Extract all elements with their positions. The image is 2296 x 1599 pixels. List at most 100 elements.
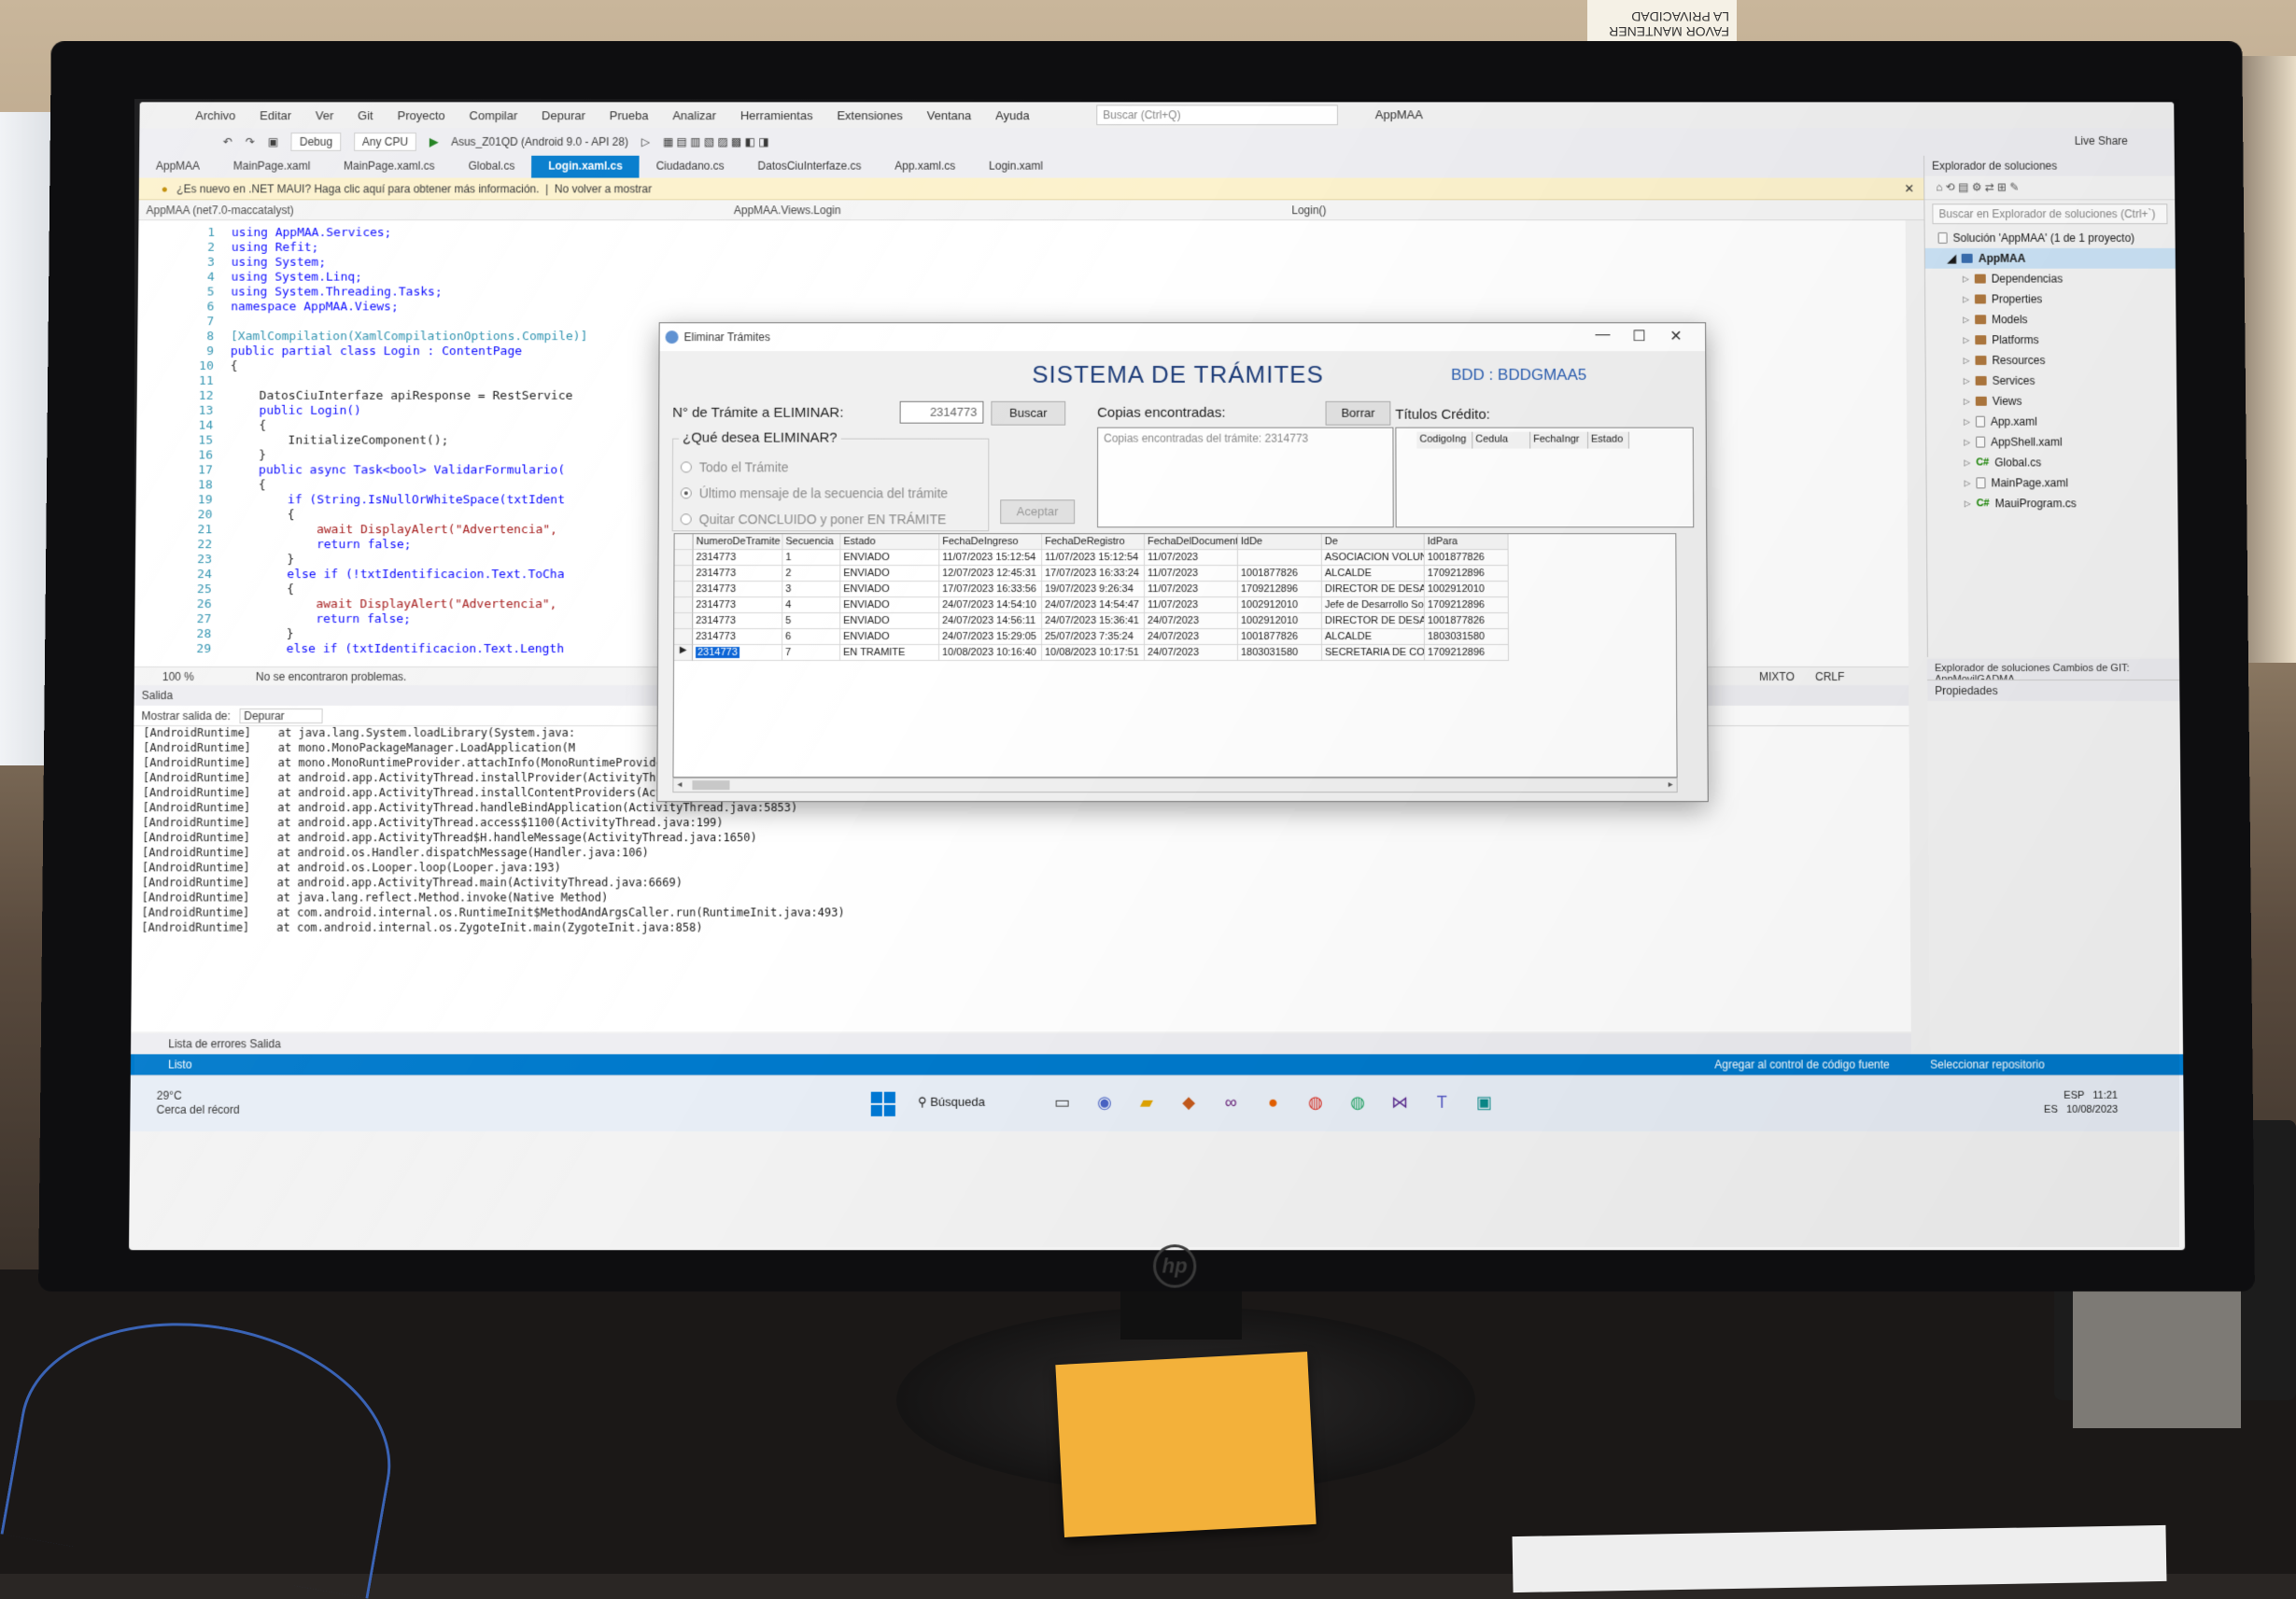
- teams-app-icon[interactable]: T: [1429, 1089, 1455, 1115]
- grid-row[interactable]: 23147733ENVIADO17/07/2023 16:33:5619/07/…: [674, 582, 1677, 597]
- grid-cell[interactable]: 2314773: [693, 613, 782, 629]
- grid-horizontal-scrollbar[interactable]: ◂ ▸: [672, 778, 1677, 792]
- project-node[interactable]: ◢ AppMAA: [1925, 248, 2176, 269]
- grid-column-header[interactable]: IdDe: [1238, 534, 1322, 550]
- document-tab[interactable]: MainPage.xaml.cs: [327, 156, 452, 178]
- grid-cell[interactable]: Jefe de Desarrollo Soci: [1322, 597, 1425, 613]
- grid-cell[interactable]: 12/07/2023 12:45:31: [939, 566, 1042, 582]
- menu-item[interactable]: Extensiones: [837, 108, 903, 122]
- document-tab[interactable]: Global.cs: [452, 156, 532, 178]
- solution-item[interactable]: ▷Views: [1926, 391, 2177, 412]
- file-explorer-icon[interactable]: ▰: [1134, 1089, 1160, 1115]
- solution-item[interactable]: ▷Platforms: [1925, 330, 2176, 350]
- grid-column-header[interactable]: FechaDelDocument: [1145, 534, 1238, 550]
- expand-icon[interactable]: ▷: [1964, 416, 1970, 427]
- grid-row[interactable]: 23147734ENVIADO24/07/2023 14:54:1024/07/…: [674, 597, 1677, 613]
- grid-cell[interactable]: 3: [782, 582, 840, 597]
- grid-column-header[interactable]: NumeroDeTramite: [694, 534, 783, 550]
- solution-toolbar[interactable]: ⌂ ⟲ ▤ ⚙ ⇄ ⊞ ✎: [1924, 176, 2175, 201]
- aceptar-button[interactable]: Aceptar: [1000, 499, 1075, 524]
- taskbar-search[interactable]: ⚲ Búsqueda: [918, 1095, 985, 1110]
- row-selector[interactable]: [674, 613, 693, 629]
- grid-cell[interactable]: 1709212896: [1238, 582, 1322, 597]
- document-tab[interactable]: Login.xaml: [972, 156, 1060, 178]
- radio-ultimo-mensaje[interactable]: Último mensaje de la secuencia del trámi…: [681, 485, 949, 500]
- document-tab[interactable]: App.xaml.cs: [878, 156, 972, 178]
- row-selector[interactable]: [674, 582, 693, 597]
- solution-item[interactable]: ▷MainPage.xaml: [1927, 472, 2178, 493]
- grid-cell[interactable]: DIRECTOR DE DESAR: [1322, 582, 1425, 597]
- grid-cell[interactable]: 10/08/2023 10:17:51: [1042, 645, 1145, 661]
- buscar-button[interactable]: Buscar: [991, 401, 1065, 426]
- menu-item[interactable]: Ventana: [927, 108, 972, 122]
- menu-item[interactable]: Git: [358, 108, 373, 122]
- expand-icon[interactable]: ▷: [1963, 274, 1969, 284]
- grid-cell[interactable]: 11/07/2023: [1145, 550, 1238, 566]
- grid-row[interactable]: 23147736ENVIADO24/07/2023 15:29:0525/07/…: [674, 629, 1678, 645]
- grid-cell[interactable]: SECRETARIA DE CON: [1322, 645, 1425, 661]
- info-text[interactable]: ¿Es nuevo en .NET MAUI? Haga clic aquí p…: [176, 182, 539, 195]
- document-tab[interactable]: DatosCiuInterfaze.cs: [741, 156, 879, 178]
- teams-icon[interactable]: ◉: [1092, 1089, 1118, 1115]
- grid-cell[interactable]: 1709212896: [1425, 597, 1509, 613]
- menu-item[interactable]: Prueba: [610, 108, 649, 122]
- grid-cell[interactable]: 1002912010: [1425, 582, 1509, 597]
- chrome-icon[interactable]: ◍: [1303, 1089, 1329, 1115]
- grid-cell[interactable]: 2314773: [693, 582, 782, 597]
- solution-item[interactable]: ▷Properties: [1925, 289, 2176, 310]
- expand-icon[interactable]: ▷: [1965, 498, 1971, 509]
- line-endings[interactable]: CRLF: [1815, 670, 1844, 683]
- grid-cell[interactable]: 11/07/2023: [1145, 582, 1238, 597]
- borrar-button[interactable]: Borrar: [1326, 401, 1391, 426]
- bottom-tabs[interactable]: Lista de errores Salida: [131, 1033, 1911, 1054]
- grid-column-header[interactable]: Secuencia: [782, 534, 840, 550]
- grid-cell[interactable]: ENVIADO: [840, 566, 939, 582]
- grid-cell[interactable]: 5: [782, 613, 840, 629]
- solution-item[interactable]: ▷C#Global.cs: [1926, 453, 2177, 473]
- toolbar-misc-icons[interactable]: ▦ ▤ ▥ ▧ ▨ ▩ ◧ ◨: [663, 135, 769, 148]
- output-source-select[interactable]: Depurar: [239, 708, 323, 723]
- grid-column-header[interactable]: FechaDeIngreso: [939, 534, 1042, 550]
- live-share-button[interactable]: Live Share: [2075, 134, 2128, 147]
- row-selector[interactable]: [674, 597, 693, 613]
- app-icon[interactable]: ▣: [1471, 1089, 1497, 1115]
- grid-cell[interactable]: ENVIADO: [840, 629, 939, 645]
- nav-member[interactable]: Login(): [1291, 203, 1326, 217]
- issues-status[interactable]: No se encontraron problemas.: [256, 670, 407, 683]
- row-selector[interactable]: [674, 629, 693, 645]
- grid-cell[interactable]: 1709212896: [1425, 566, 1509, 582]
- titulos-column-header[interactable]: Cedula: [1472, 432, 1530, 449]
- titulos-column-header[interactable]: CodigoIng: [1416, 432, 1472, 449]
- row-selector[interactable]: [674, 550, 693, 566]
- grid-column-header[interactable]: De: [1322, 534, 1425, 550]
- solution-item[interactable]: ▷C#MauiProgram.cs: [1927, 493, 2178, 513]
- grid-cell[interactable]: 1709212896: [1425, 645, 1509, 661]
- grid-cell[interactable]: 11/07/2023 15:12:54: [1042, 550, 1145, 566]
- grid-cell[interactable]: 19/07/2023 9:26:34: [1042, 582, 1145, 597]
- menu-item[interactable]: Ayuda: [995, 108, 1029, 122]
- redo-icon[interactable]: ↷: [246, 135, 255, 148]
- repo-button[interactable]: Seleccionar repositorio: [1930, 1058, 2045, 1071]
- menu-item[interactable]: Depurar: [542, 108, 585, 122]
- solution-item[interactable]: ▷Dependencias: [1925, 269, 2176, 289]
- grid-cell[interactable]: 7: [782, 645, 840, 661]
- grid-cell[interactable]: DIRECTOR DE DESAR: [1322, 613, 1425, 629]
- tramite-input[interactable]: 2314773: [900, 401, 984, 424]
- scroll-left-icon[interactable]: ◂: [677, 779, 682, 790]
- visual-studio-icon[interactable]: ∞: [1218, 1089, 1244, 1115]
- expand-icon[interactable]: ▷: [1963, 356, 1969, 366]
- system-tray[interactable]: ESP 11:21 ES 10/08/2023: [2044, 1089, 2119, 1117]
- expand-icon[interactable]: ▷: [1963, 315, 1969, 325]
- grid-cell[interactable]: 1001877826: [1425, 550, 1509, 566]
- nav-project[interactable]: AppMAA (net7.0-maccatalyst): [146, 203, 293, 217]
- document-tab[interactable]: AppMAA: [139, 156, 217, 178]
- run-icon[interactable]: ▶: [430, 135, 438, 148]
- grid-cell[interactable]: ALCALDE: [1322, 566, 1425, 582]
- document-tab[interactable]: Ciudadano.cs: [640, 156, 741, 178]
- solution-search-input[interactable]: Buscar en Explorador de soluciones (Ctrl…: [1932, 203, 2167, 224]
- minimize-icon[interactable]: —: [1595, 327, 1610, 344]
- grid-cell[interactable]: 2314773: [693, 566, 782, 582]
- expand-icon[interactable]: ▷: [1964, 396, 1970, 406]
- scroll-thumb[interactable]: [692, 780, 729, 790]
- zoom-level[interactable]: 100 %: [162, 670, 194, 683]
